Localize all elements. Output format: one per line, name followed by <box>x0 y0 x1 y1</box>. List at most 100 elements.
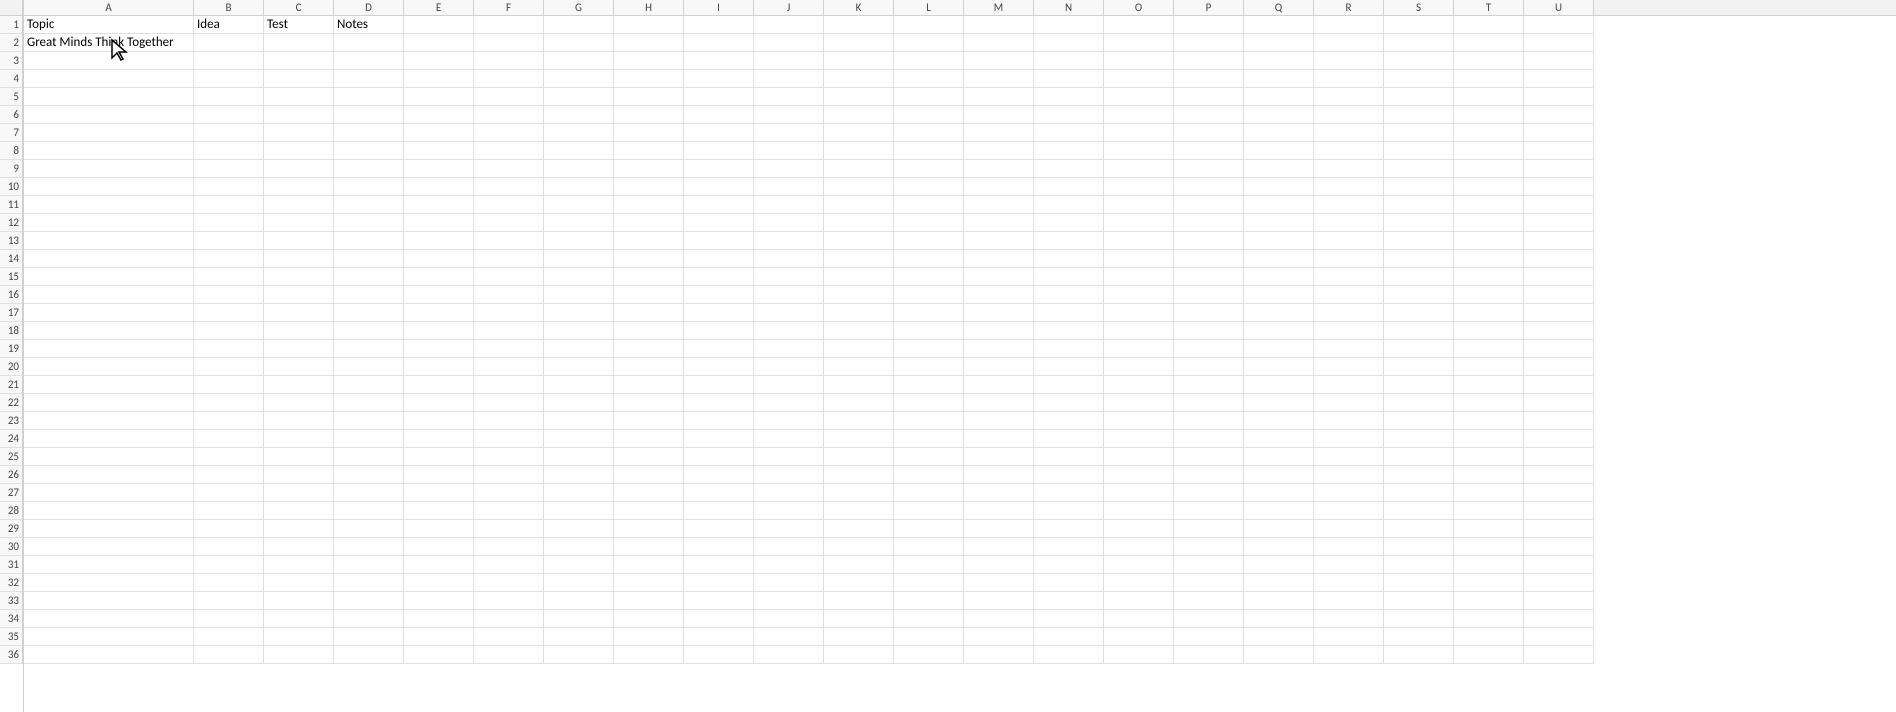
cell-M16[interactable] <box>964 286 1034 304</box>
cell-I8[interactable] <box>684 142 754 160</box>
cell-I23[interactable] <box>684 412 754 430</box>
cell-O16[interactable] <box>1104 286 1174 304</box>
cell-G33[interactable] <box>544 592 614 610</box>
cell-U32[interactable] <box>1524 574 1594 592</box>
cell-A17[interactable] <box>24 304 194 322</box>
cell-D34[interactable] <box>334 610 404 628</box>
cell-D11[interactable] <box>334 196 404 214</box>
cell-T8[interactable] <box>1454 142 1524 160</box>
cell-G4[interactable] <box>544 70 614 88</box>
cell-P2[interactable] <box>1174 34 1244 52</box>
cell-T17[interactable] <box>1454 304 1524 322</box>
cell-Q28[interactable] <box>1244 502 1314 520</box>
cell-O21[interactable] <box>1104 376 1174 394</box>
cell-J33[interactable] <box>754 592 824 610</box>
cell-R32[interactable] <box>1314 574 1384 592</box>
cell-A27[interactable] <box>24 484 194 502</box>
cell-U27[interactable] <box>1524 484 1594 502</box>
cell-B35[interactable] <box>194 628 264 646</box>
cell-K1[interactable] <box>824 16 894 34</box>
cell-H23[interactable] <box>614 412 684 430</box>
cell-E21[interactable] <box>404 376 474 394</box>
cell-G7[interactable] <box>544 124 614 142</box>
cell-I19[interactable] <box>684 340 754 358</box>
cell-B23[interactable] <box>194 412 264 430</box>
cell-H16[interactable] <box>614 286 684 304</box>
cell-H35[interactable] <box>614 628 684 646</box>
cell-K5[interactable] <box>824 88 894 106</box>
cell-U14[interactable] <box>1524 250 1594 268</box>
cell-Q26[interactable] <box>1244 466 1314 484</box>
cell-M11[interactable] <box>964 196 1034 214</box>
cell-O19[interactable] <box>1104 340 1174 358</box>
cell-H8[interactable] <box>614 142 684 160</box>
cell-A28[interactable] <box>24 502 194 520</box>
cell-R31[interactable] <box>1314 556 1384 574</box>
cell-T4[interactable] <box>1454 70 1524 88</box>
cell-E25[interactable] <box>404 448 474 466</box>
cell-F3[interactable] <box>474 52 544 70</box>
cell-C15[interactable] <box>264 268 334 286</box>
cell-F18[interactable] <box>474 322 544 340</box>
cell-D16[interactable] <box>334 286 404 304</box>
cell-O31[interactable] <box>1104 556 1174 574</box>
cell-N23[interactable] <box>1034 412 1104 430</box>
cell-A4[interactable] <box>24 70 194 88</box>
cell-H26[interactable] <box>614 466 684 484</box>
cell-F22[interactable] <box>474 394 544 412</box>
cell-L28[interactable] <box>894 502 964 520</box>
cell-G3[interactable] <box>544 52 614 70</box>
cell-C12[interactable] <box>264 214 334 232</box>
cell-T31[interactable] <box>1454 556 1524 574</box>
cell-I29[interactable] <box>684 520 754 538</box>
cell-C7[interactable] <box>264 124 334 142</box>
cell-J13[interactable] <box>754 232 824 250</box>
cell-D19[interactable] <box>334 340 404 358</box>
cell-J10[interactable] <box>754 178 824 196</box>
cell-E17[interactable] <box>404 304 474 322</box>
cell-T19[interactable] <box>1454 340 1524 358</box>
cell-U15[interactable] <box>1524 268 1594 286</box>
cell-F4[interactable] <box>474 70 544 88</box>
cell-R11[interactable] <box>1314 196 1384 214</box>
cell-C2[interactable] <box>264 34 334 52</box>
cell-G28[interactable] <box>544 502 614 520</box>
cell-J22[interactable] <box>754 394 824 412</box>
cell-O8[interactable] <box>1104 142 1174 160</box>
cell-P33[interactable] <box>1174 592 1244 610</box>
cell-Q1[interactable] <box>1244 16 1314 34</box>
cell-B32[interactable] <box>194 574 264 592</box>
cell-O25[interactable] <box>1104 448 1174 466</box>
cell-K2[interactable] <box>824 34 894 52</box>
cell-N7[interactable] <box>1034 124 1104 142</box>
cell-F29[interactable] <box>474 520 544 538</box>
cell-K24[interactable] <box>824 430 894 448</box>
cell-P16[interactable] <box>1174 286 1244 304</box>
cell-N13[interactable] <box>1034 232 1104 250</box>
cell-U28[interactable] <box>1524 502 1594 520</box>
cell-D22[interactable] <box>334 394 404 412</box>
cell-B11[interactable] <box>194 196 264 214</box>
cell-L4[interactable] <box>894 70 964 88</box>
cell-F33[interactable] <box>474 592 544 610</box>
cell-C9[interactable] <box>264 160 334 178</box>
cell-A21[interactable] <box>24 376 194 394</box>
cell-F24[interactable] <box>474 430 544 448</box>
cell-P4[interactable] <box>1174 70 1244 88</box>
cell-O27[interactable] <box>1104 484 1174 502</box>
cell-K28[interactable] <box>824 502 894 520</box>
cell-F34[interactable] <box>474 610 544 628</box>
cell-L16[interactable] <box>894 286 964 304</box>
cell-O26[interactable] <box>1104 466 1174 484</box>
cell-J15[interactable] <box>754 268 824 286</box>
cell-A25[interactable] <box>24 448 194 466</box>
cell-T16[interactable] <box>1454 286 1524 304</box>
cell-E8[interactable] <box>404 142 474 160</box>
cell-R22[interactable] <box>1314 394 1384 412</box>
cell-L13[interactable] <box>894 232 964 250</box>
cell-T2[interactable] <box>1454 34 1524 52</box>
cell-F10[interactable] <box>474 178 544 196</box>
cell-Q35[interactable] <box>1244 628 1314 646</box>
cell-T35[interactable] <box>1454 628 1524 646</box>
cell-K20[interactable] <box>824 358 894 376</box>
